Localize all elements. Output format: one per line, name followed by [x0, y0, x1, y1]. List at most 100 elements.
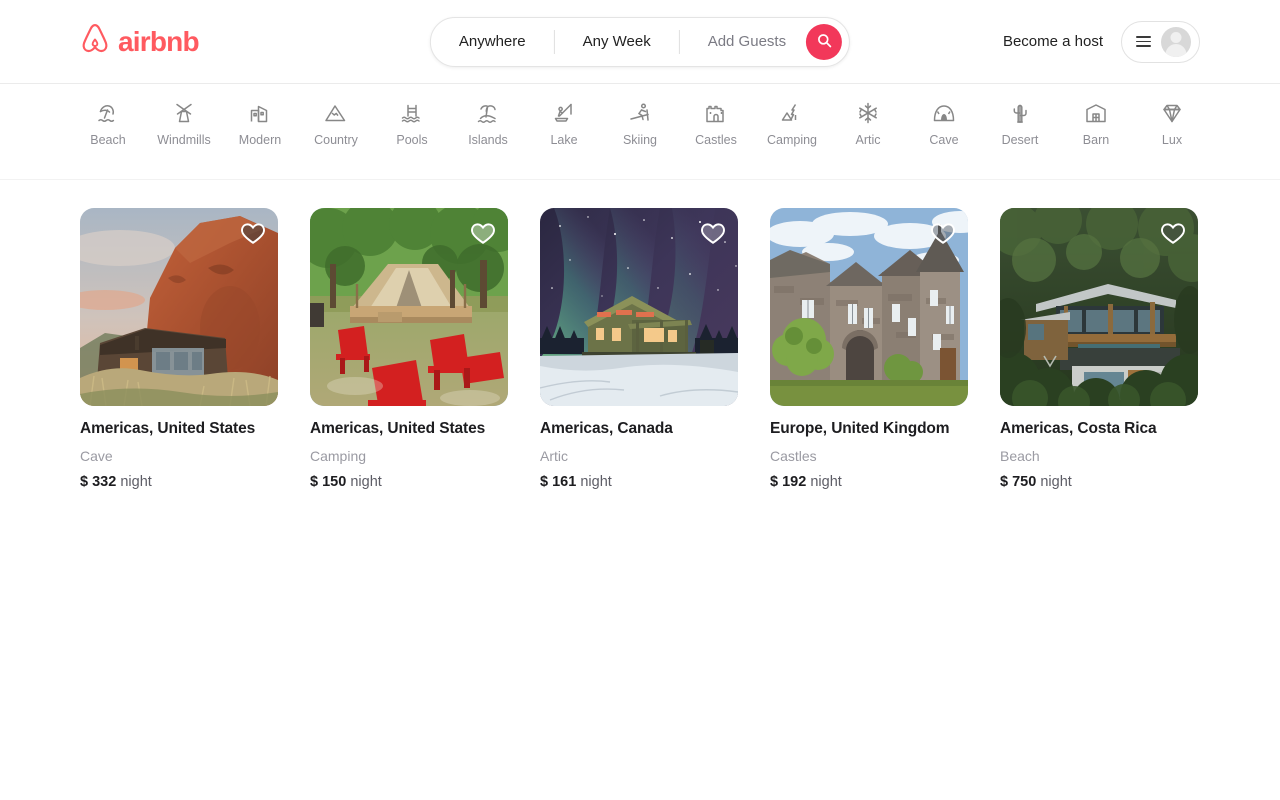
listing-category: Artic: [540, 447, 568, 464]
price-amount: 750: [1012, 473, 1037, 490]
category-castles[interactable]: Castles: [688, 100, 744, 147]
category-lake[interactable]: Lake: [536, 100, 592, 147]
listing-title: Americas, United States: [80, 420, 256, 437]
category-label: Skiing: [622, 133, 658, 147]
listing-category: Beach: [1000, 447, 1040, 464]
category-beach[interactable]: Beach: [80, 100, 136, 147]
castle-icon: [704, 100, 728, 126]
diamond-icon: [1160, 100, 1184, 126]
listing-card[interactable]: Europe, United Kingdom Castles $ 192 nig…: [770, 208, 968, 490]
category-label: Modern: [238, 133, 282, 147]
price-period: night: [810, 473, 842, 490]
category-label: Artic: [855, 133, 881, 147]
listing-title: Americas, Canada: [540, 420, 673, 437]
category-artic[interactable]: Artic: [840, 100, 896, 147]
windmill-icon: [172, 100, 196, 126]
heart-icon[interactable]: [240, 220, 266, 246]
listing-price: $ 750 night: [1000, 474, 1198, 490]
price-amount: 192: [782, 473, 807, 490]
listing-image[interactable]: [1000, 208, 1198, 406]
listing-card[interactable]: Americas, Costa Rica Beach $ 750 night: [1000, 208, 1198, 490]
airbnb-logo[interactable]: airbnb: [80, 23, 200, 60]
skier-icon: [628, 100, 652, 126]
search-bar[interactable]: Anywhere Any Week Add Guests: [429, 17, 851, 67]
listing-category: Camping: [310, 447, 367, 464]
listing-category: Cave: [80, 447, 113, 464]
category-modern[interactable]: Modern: [232, 100, 288, 147]
category-desert[interactable]: Desert: [992, 100, 1048, 147]
category-lux[interactable]: Lux: [1144, 100, 1200, 147]
heart-icon[interactable]: [470, 220, 496, 246]
listing-image[interactable]: [310, 208, 508, 406]
listing-title: Americas, United States: [310, 420, 486, 437]
palm-island-icon: [476, 100, 500, 126]
listing-price: $ 332 night: [80, 474, 278, 490]
category-label: Desert: [1001, 133, 1039, 147]
category-label: Castles: [695, 133, 737, 147]
category-label: Islands: [468, 133, 508, 147]
price-period: night: [580, 473, 612, 490]
search-location[interactable]: Anywhere: [431, 17, 554, 67]
snowflake-icon: [856, 100, 880, 126]
price-amount: 161: [552, 473, 577, 490]
listings-grid: Americas, United States Cave $ 332 night: [0, 180, 1280, 490]
category-cave[interactable]: Cave: [916, 100, 972, 147]
listing-image[interactable]: [540, 208, 738, 406]
heart-icon[interactable]: [700, 220, 726, 246]
category-label: Barn: [1082, 133, 1110, 147]
search-dates[interactable]: Any Week: [555, 17, 679, 67]
mountain-country-icon: [324, 100, 348, 126]
listing-category: Castles: [770, 447, 817, 464]
site-header: airbnb Anywhere Any Week Add Guests Beco…: [0, 0, 1280, 84]
price-currency: $: [540, 473, 549, 490]
listing-image[interactable]: [80, 208, 278, 406]
category-pools[interactable]: Pools: [384, 100, 440, 147]
cactus-icon: [1008, 100, 1032, 126]
category-label: Lux: [1161, 133, 1183, 147]
beach-umbrella-icon: [96, 100, 120, 126]
fishing-lake-icon: [552, 100, 576, 126]
heart-icon[interactable]: [930, 220, 956, 246]
search-guests[interactable]: Add Guests: [680, 17, 806, 67]
price-period: night: [1040, 473, 1072, 490]
user-avatar-icon: [1161, 26, 1191, 57]
category-windmills[interactable]: Windmills: [156, 100, 212, 147]
category-camping[interactable]: Camping: [764, 100, 820, 147]
price-currency: $: [80, 473, 89, 490]
category-skiing[interactable]: Skiing: [612, 100, 668, 147]
category-label: Windmills: [157, 133, 211, 147]
category-bar: Beach Windmills Modern Country Pools Isl…: [0, 84, 1280, 180]
category-islands[interactable]: Islands: [460, 100, 516, 147]
category-label: Beach: [90, 133, 126, 147]
modern-building-icon: [248, 100, 272, 126]
listing-title: Americas, Costa Rica: [1000, 420, 1157, 437]
tent-camping-icon: [780, 100, 804, 126]
hamburger-menu-icon: [1136, 36, 1151, 47]
category-country[interactable]: Country: [308, 100, 364, 147]
search-button[interactable]: [806, 24, 843, 60]
become-a-host-link[interactable]: Become a host: [1003, 33, 1103, 50]
price-amount: 332: [92, 473, 117, 490]
barn-icon: [1084, 100, 1108, 126]
logo-wordmark: airbnb: [118, 25, 200, 57]
header-actions: Become a host: [1003, 20, 1200, 63]
category-label: Country: [314, 133, 358, 147]
cave-icon: [932, 100, 956, 126]
airbnb-belo-icon: [80, 23, 110, 60]
search-icon: [817, 33, 832, 51]
category-label: Pools: [396, 133, 428, 147]
listing-image[interactable]: [770, 208, 968, 406]
listing-price: $ 150 night: [310, 474, 508, 490]
price-currency: $: [310, 473, 319, 490]
category-label: Camping: [766, 133, 818, 147]
listing-card[interactable]: Americas, Canada Artic $ 161 night: [540, 208, 738, 490]
category-barn[interactable]: Barn: [1068, 100, 1124, 147]
heart-icon[interactable]: [1160, 220, 1186, 246]
user-menu-button[interactable]: [1121, 20, 1200, 63]
price-period: night: [350, 473, 382, 490]
listing-card[interactable]: Americas, United States Camping $ 150 ni…: [310, 208, 508, 490]
listing-card[interactable]: Americas, United States Cave $ 332 night: [80, 208, 278, 490]
price-amount: 150: [322, 473, 347, 490]
pool-ladder-icon: [400, 100, 424, 126]
price-currency: $: [1000, 473, 1009, 490]
